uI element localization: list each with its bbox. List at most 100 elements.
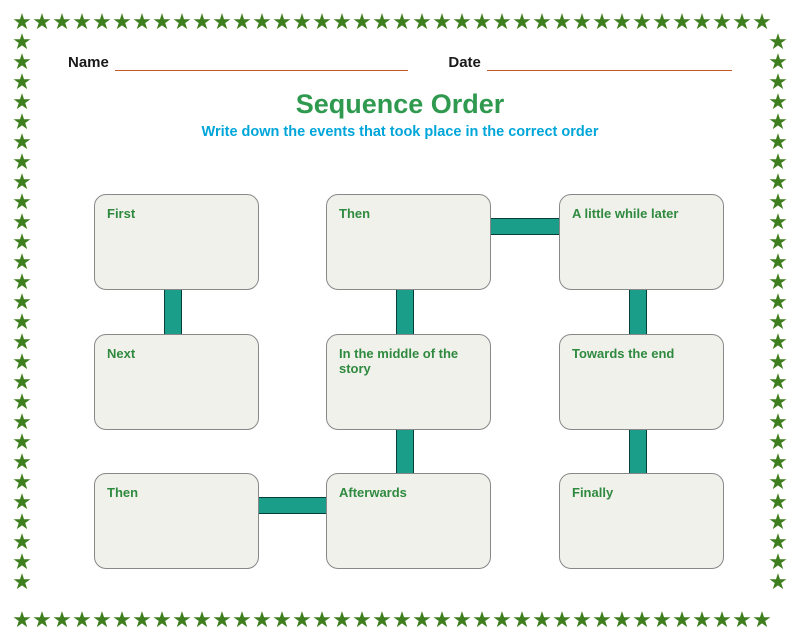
star-icon: ★ [768,451,788,473]
star-icon: ★ [768,191,788,213]
star-icon: ★ [212,609,232,631]
star-icon: ★ [632,11,652,33]
box-label: Afterwards [339,485,407,500]
star-icon: ★ [12,511,32,533]
star-icon: ★ [12,571,32,593]
star-icon: ★ [52,11,72,33]
sequence-box-first[interactable]: First [94,194,259,290]
star-icon: ★ [12,491,32,513]
star-icon: ★ [152,11,172,33]
date-input-line[interactable] [487,58,732,71]
sequence-box-then-1[interactable]: Then [326,194,491,290]
star-icon: ★ [452,609,472,631]
box-label: Finally [572,485,613,500]
box-label: Next [107,346,135,361]
star-icon: ★ [768,231,788,253]
star-icon: ★ [372,11,392,33]
star-icon: ★ [12,111,32,133]
sequence-box-towards-end[interactable]: Towards the end [559,334,724,430]
star-icon: ★ [252,609,272,631]
content-area: Name Date Sequence Order Write down the … [40,36,760,606]
star-icon: ★ [768,411,788,433]
sequence-box-next[interactable]: Next [94,334,259,430]
star-icon: ★ [312,11,332,33]
star-icon: ★ [132,11,152,33]
star-icon: ★ [512,11,532,33]
box-label: In the middle of the story [339,346,458,376]
star-icon: ★ [12,551,32,573]
star-icon: ★ [768,71,788,93]
box-label: Then [107,485,138,500]
star-icon: ★ [768,111,788,133]
star-icon: ★ [252,11,272,33]
star-icon: ★ [768,471,788,493]
star-icon: ★ [132,609,152,631]
sequence-box-afterwards[interactable]: Afterwards [326,473,491,569]
star-icon: ★ [372,609,392,631]
star-icon: ★ [768,371,788,393]
star-icon: ★ [768,551,788,573]
star-icon: ★ [392,11,412,33]
star-icon: ★ [172,11,192,33]
star-icon: ★ [72,609,92,631]
star-icon: ★ [12,371,32,393]
name-input-line[interactable] [115,58,409,71]
sequence-diagram: First Then A little while later Next In … [94,194,724,604]
star-icon: ★ [12,151,32,173]
star-icon: ★ [32,609,52,631]
star-icon: ★ [768,391,788,413]
star-icon: ★ [12,451,32,473]
star-icon: ★ [312,609,332,631]
star-icon: ★ [432,609,452,631]
star-icon: ★ [712,609,732,631]
star-icon: ★ [732,11,752,33]
star-icon: ★ [732,609,752,631]
star-icon: ★ [12,291,32,313]
star-icon: ★ [292,609,312,631]
star-icon: ★ [172,609,192,631]
sequence-box-then-2[interactable]: Then [94,473,259,569]
star-icon: ★ [12,91,32,113]
star-icon: ★ [612,11,632,33]
star-icon: ★ [592,11,612,33]
connector [396,426,414,476]
star-icon: ★ [672,11,692,33]
page-title: Sequence Order [40,89,760,120]
star-icon: ★ [652,609,672,631]
star-icon: ★ [332,11,352,33]
star-icon: ★ [412,11,432,33]
star-icon: ★ [768,51,788,73]
star-icon: ★ [492,609,512,631]
star-icon: ★ [12,391,32,413]
connector [396,286,414,336]
header-fields: Name Date [40,36,760,71]
date-field: Date [448,54,732,71]
star-icon: ★ [12,351,32,373]
sequence-box-finally[interactable]: Finally [559,473,724,569]
star-icon: ★ [232,11,252,33]
star-icon: ★ [768,331,788,353]
worksheet-page: ★★★★★★★★★★★★★★★★★★★★★★★★★★★★★★★★★★★★★★★★… [0,0,800,642]
star-icon: ★ [272,11,292,33]
star-icon: ★ [768,431,788,453]
star-icon: ★ [352,11,372,33]
connector [488,218,563,235]
star-icon: ★ [52,609,72,631]
star-icon: ★ [712,11,732,33]
star-icon: ★ [212,11,232,33]
star-icon: ★ [768,291,788,313]
star-icon: ★ [12,231,32,253]
star-icon: ★ [612,609,632,631]
star-icon: ★ [112,609,132,631]
star-icon: ★ [232,609,252,631]
star-icon: ★ [768,531,788,553]
sequence-box-middle[interactable]: In the middle of the story [326,334,491,430]
star-icon: ★ [12,411,32,433]
star-icon: ★ [492,11,512,33]
star-icon: ★ [12,609,32,631]
sequence-box-little-while-later[interactable]: A little while later [559,194,724,290]
star-icon: ★ [672,609,692,631]
star-icon: ★ [768,171,788,193]
star-icon: ★ [12,11,32,33]
star-icon: ★ [592,609,612,631]
